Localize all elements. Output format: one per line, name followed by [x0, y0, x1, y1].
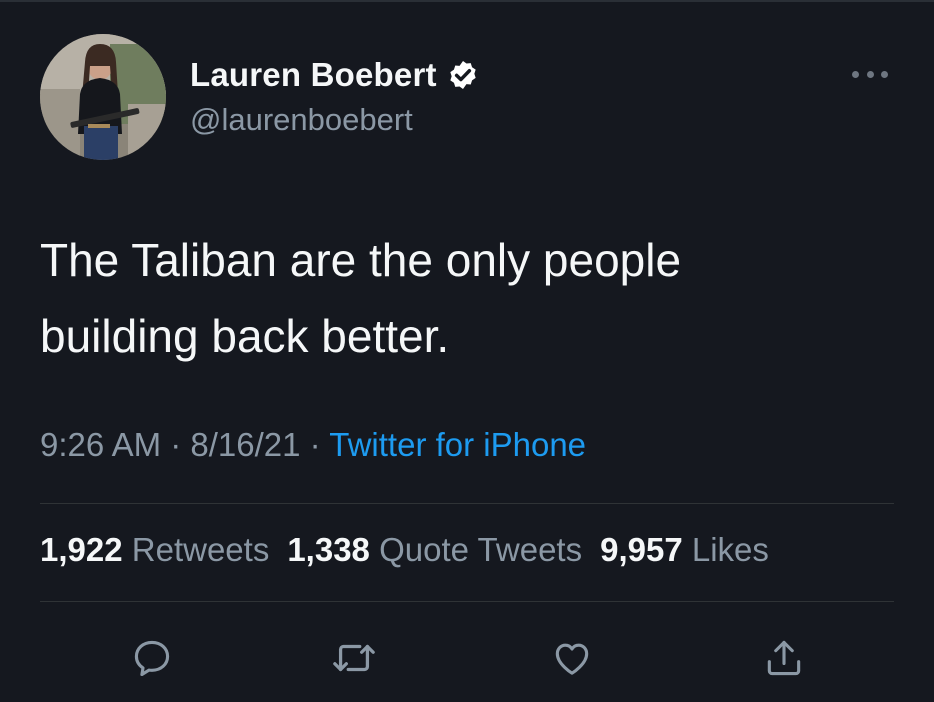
quote-tweets-count: 1,338 — [287, 531, 370, 568]
reply-button[interactable] — [128, 634, 176, 682]
retweet-icon — [333, 644, 375, 672]
likes-label: Likes — [691, 531, 769, 568]
like-button[interactable] — [548, 634, 596, 682]
likes-count: 9,957 — [600, 531, 683, 568]
tweet-source-link[interactable]: Twitter for iPhone — [329, 426, 586, 463]
tweet-text-line: The Taliban are the only people — [40, 234, 682, 286]
profile-photo — [40, 34, 166, 160]
dot — [852, 70, 859, 78]
dot — [866, 70, 874, 78]
tweet-date[interactable]: 8/16/21 — [190, 426, 300, 463]
divider — [40, 601, 894, 602]
like-heart-icon — [555, 643, 589, 675]
share-icon — [767, 640, 801, 676]
quote-tweets-stat[interactable]: 1,338 Quote Tweets — [287, 531, 582, 568]
tweet-stats: 1,922 Retweets 1,338 Quote Tweets 9,957 Li… — [40, 531, 769, 569]
top-divider — [0, 0, 934, 2]
tweet-time[interactable]: 9:26 AM — [40, 426, 161, 463]
display-name[interactable]: Lauren Boebert — [190, 56, 437, 94]
tweet-text: The Taliban are the only people building… — [40, 222, 890, 374]
retweets-stat[interactable]: 1,922 Retweets — [40, 531, 269, 568]
separator: · — [300, 426, 330, 463]
user-handle[interactable]: @laurenboebert — [190, 102, 413, 138]
retweets-label: Retweets — [131, 531, 270, 568]
separator: · — [161, 426, 191, 463]
more-options-icon[interactable] — [852, 64, 888, 84]
quote-tweets-label: Quote Tweets — [379, 531, 583, 568]
likes-stat[interactable]: 9,957 Likes — [600, 531, 769, 568]
divider — [40, 503, 894, 504]
dot — [881, 70, 888, 78]
avatar[interactable] — [40, 34, 166, 160]
tweet-meta: 9:26 AM · 8/16/21 · Twitter for iPhone — [40, 426, 586, 464]
retweet-button[interactable] — [330, 634, 378, 682]
retweets-count: 1,922 — [40, 531, 123, 568]
verified-badge-icon — [450, 61, 476, 89]
tweet-text-line: building back better. — [40, 310, 450, 362]
reply-icon — [134, 640, 170, 677]
share-button[interactable] — [760, 634, 808, 682]
